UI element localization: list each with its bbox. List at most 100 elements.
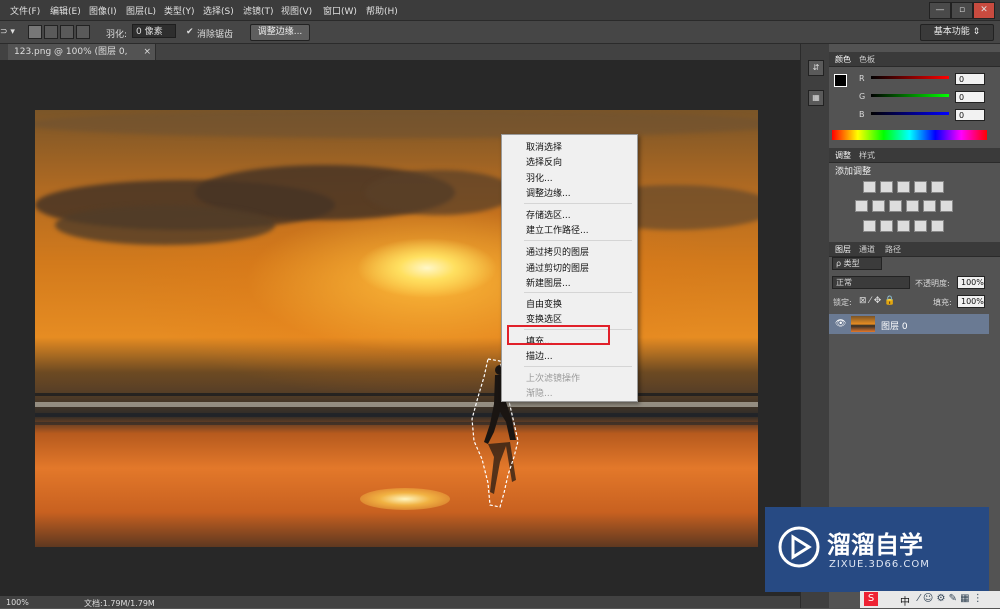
document-tab-bar: 123.png @ 100% (图层 0, RGB/8) × [0,44,800,73]
opacity-input[interactable]: 100% [957,276,985,289]
color-spectrum-bar[interactable] [832,130,987,140]
close-button[interactable]: ✕ [973,2,995,19]
tab-styles[interactable]: 样式 [859,150,875,161]
eye-icon[interactable]: 👁 [835,319,846,329]
subtract-selection-icon[interactable] [60,25,74,39]
workspace-select[interactable]: 基本功能 ⇕ [920,24,994,41]
posterize-icon[interactable] [880,220,893,232]
restore-button[interactable]: ▫ [951,2,973,19]
layer-filter-select[interactable]: ρ 类型 [832,257,882,270]
menu-item-deselect[interactable]: 取消选择 [526,140,562,153]
menu-item-make-work-path[interactable]: 建立工作路径... [526,223,589,236]
add-selection-icon[interactable] [44,25,58,39]
red-value-input[interactable]: 0 [955,73,985,85]
menu-separator [524,292,632,293]
close-tab-icon[interactable]: × [143,44,151,60]
menu-filter[interactable]: 滤镜(T) [243,4,274,17]
foreground-color-swatch[interactable] [834,74,847,87]
selective-color-icon[interactable] [914,220,927,232]
layer-name[interactable]: 图层 0 [881,319,908,332]
menu-edit[interactable]: 编辑(E) [50,4,81,17]
ime-tools-icons[interactable]: ⁄ ☺ ⚙ ✎ ▦ ⋮ [918,593,983,604]
sunset-photo[interactable] [35,110,758,547]
menu-item-layer-via-cut[interactable]: 通过剪切的图层 [526,261,589,274]
menu-item-save-selection[interactable]: 存储选区... [526,208,571,221]
layer-thumbnail [851,316,875,332]
ime-mode[interactable]: 中 [900,593,910,608]
watermark-logo: 溜溜自学 ZIXUE.3D66.COM [765,507,989,592]
green-slider[interactable] [871,94,949,97]
levels-icon[interactable] [880,181,893,193]
red-slider[interactable] [871,76,949,79]
menu-item-feather[interactable]: 羽化... [526,171,553,184]
blend-mode-select[interactable]: 正常 [832,276,910,289]
menu-item-last-filter: 上次滤镜操作 [526,374,581,384]
menu-bar: 文件(F) 编辑(E) 图像(I) 图层(L) 类型(Y) 选择(S) 滤镜(T… [0,0,1000,21]
green-value-input[interactable]: 0 [955,91,985,103]
lock-icons[interactable]: ⊠ ⁄ ✥ 🔒 [859,296,895,306]
threshold-icon[interactable] [897,220,910,232]
exposure-icon[interactable] [914,181,927,193]
blue-slider[interactable] [871,112,949,115]
tab-swatches[interactable]: 色板 [859,54,875,65]
menu-item-stroke[interactable]: 描边... [526,349,553,362]
invert-icon[interactable] [863,220,876,232]
vibrance-icon[interactable] [931,181,944,193]
menu-image[interactable]: 图像(I) [89,4,117,17]
color-lookup-icon[interactable] [940,200,953,212]
menu-separator [524,240,632,241]
intersect-selection-icon[interactable] [76,25,90,39]
cloud-band [35,110,758,138]
menu-file[interactable]: 文件(F) [10,4,40,17]
menu-layer[interactable]: 图层(L) [126,4,156,17]
tab-paths[interactable]: 路径 [885,244,901,255]
menu-item-layer-via-copy[interactable]: 通过拷贝的图层 [526,245,589,258]
menu-select[interactable]: 选择(S) [203,4,234,17]
blue-value-input[interactable]: 0 [955,109,985,121]
menu-item-refine-edge[interactable]: 调整边缘... [526,186,571,199]
menu-item-new-layer[interactable]: 新建图层... [526,276,571,289]
sogou-icon[interactable]: S [864,592,878,606]
layers-panel-tabs: 图层 通道 路径 [829,242,1000,257]
menu-window[interactable]: 窗口(W) [323,4,357,17]
menu-item-inverse[interactable]: 选择反向 [526,155,562,168]
curves-icon[interactable] [897,181,910,193]
channel-g-label: G [859,92,866,101]
feather-label: 羽化: [106,30,128,40]
menu-help[interactable]: 帮助(H) [366,4,398,17]
options-bar: ⊃ ▾ 羽化: 0 像素 ✔ 消除锯齿 调整边缘... 基本功能 ⇕ [0,21,1000,44]
feather-input[interactable]: 0 像素 [132,24,176,38]
refine-edge-button[interactable]: 调整边缘... [250,24,310,41]
document-tab[interactable]: 123.png @ 100% (图层 0, RGB/8) × [8,44,156,73]
fill-input[interactable]: 100% [957,295,985,308]
lasso-tool-icon[interactable]: ⊃ ▾ [0,27,15,37]
status-bar: 100% 文档:1.79M/1.79M [0,596,800,608]
color-balance-icon[interactable] [872,200,885,212]
document-info[interactable]: 文档:1.79M/1.79M [84,598,155,609]
layer-row[interactable]: 👁 图层 0 [829,314,989,334]
hue-saturation-icon[interactable] [855,200,868,212]
antialias-checkbox[interactable]: ✔ [186,27,194,37]
watermark-title: 溜溜自学 [827,531,923,559]
zoom-level[interactable]: 100% [6,598,29,607]
tab-layers[interactable]: 图层 [835,244,851,255]
tab-adjustments[interactable]: 调整 [835,150,851,161]
photo-filter-icon[interactable] [906,200,919,212]
menu-view[interactable]: 视图(V) [281,4,312,17]
properties-panel-icon[interactable]: ▦ [808,90,824,106]
gradient-map-icon[interactable] [931,220,944,232]
wave-line [35,402,758,407]
history-panel-icon[interactable]: ⇵ [808,60,824,76]
minimize-button[interactable]: — [929,2,951,19]
new-selection-icon[interactable] [28,25,42,39]
menu-type[interactable]: 类型(Y) [164,4,195,17]
brightness-icon[interactable] [863,181,876,193]
tab-color[interactable]: 颜色 [835,54,851,65]
channel-mixer-icon[interactable] [923,200,936,212]
menu-item-free-transform[interactable]: 自由变换 [526,297,562,310]
cloud [365,170,515,215]
menu-item-transform-selection[interactable]: 变换选区 [526,312,562,325]
tab-channels[interactable]: 通道 [859,244,875,255]
black-white-icon[interactable] [889,200,902,212]
sun-reflection [360,488,450,510]
